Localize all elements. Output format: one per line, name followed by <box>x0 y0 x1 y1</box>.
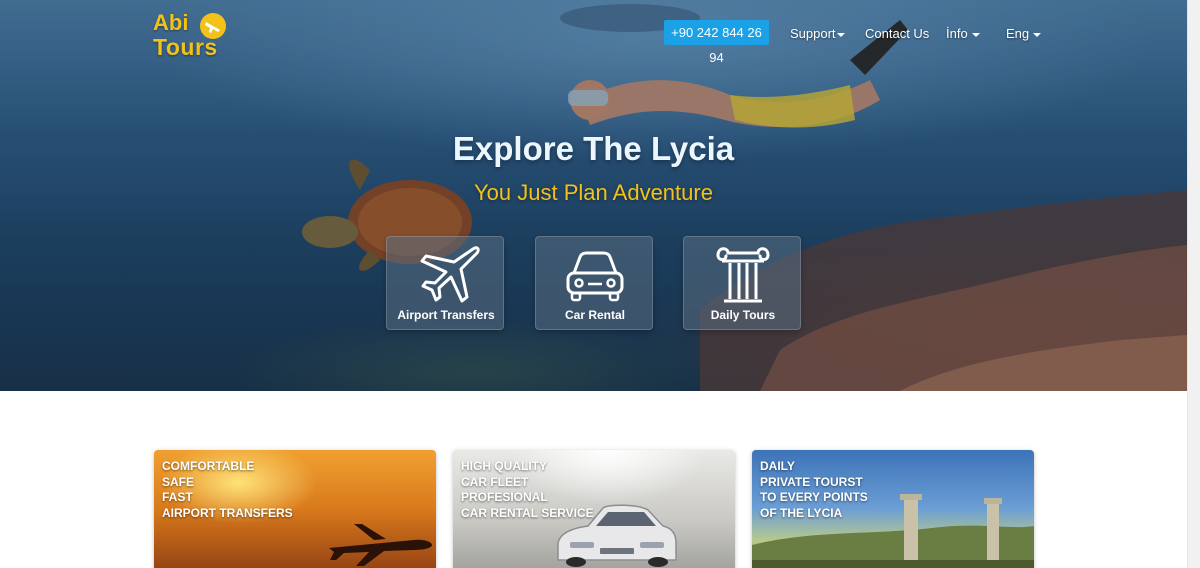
service-label: Car Rental <box>564 308 626 322</box>
nav-support-label: Support <box>790 26 836 41</box>
nav-support[interactable]: Support <box>790 26 845 42</box>
card-line: SAFE <box>162 474 195 489</box>
nav-language-label: Eng <box>1006 26 1030 41</box>
card-line: CAR RENTAL SERVICE <box>461 506 594 521</box>
service-car-rental[interactable]: Car Rental <box>535 236 653 330</box>
card-airport-transfers[interactable]: COMFORTABLE SAFE FAST AIRPORT TRANSFERS <box>154 450 436 568</box>
service-airport-transfers[interactable]: Airport Transfers <box>386 236 504 330</box>
chevron-down-icon <box>836 32 845 37</box>
hero-title: Explore The Lycia <box>452 130 735 167</box>
card-text: COMFORTABLE SAFE FAST AIRPORT TRANSFERS <box>162 459 293 522</box>
card-car-rental[interactable]: HIGH QUALITY CAR FLEET PROFESIONAL CAR R… <box>453 450 735 568</box>
card-daily-tours[interactable]: DAILY PRIVATE TOURST TO EVERY POINTS OF … <box>752 450 1034 568</box>
service-label: Airport Transfers <box>397 308 495 322</box>
card-line: PROFESIONAL <box>461 490 548 505</box>
nav-contact[interactable]: Contact Us <box>865 26 929 42</box>
card-text: DAILY PRIVATE TOURST TO EVERY POINTS OF … <box>760 459 868 522</box>
card-line: DAILY <box>760 459 795 473</box>
hero-section: Abi Tours +90 242 844 26 94 Support Cont… <box>0 0 1187 391</box>
card-line: AIRPORT TRANSFERS <box>162 506 293 521</box>
car-icon <box>566 251 624 302</box>
card-line: OF THE LYCIA <box>760 506 843 521</box>
card-line: FAST <box>162 490 193 505</box>
card-line: PRIVATE TOURST <box>760 474 863 489</box>
card-line: HIGH QUALITY <box>461 459 547 473</box>
page-scrollbar[interactable] <box>1187 0 1200 568</box>
column-icon <box>716 247 770 303</box>
nav-info[interactable]: İnfo <box>946 26 980 42</box>
chevron-down-icon <box>971 32 980 37</box>
card-text: HIGH QUALITY CAR FLEET PROFESIONAL CAR R… <box>461 459 594 522</box>
phone-button[interactable]: +90 242 844 26 94 <box>664 20 769 65</box>
nav-info-label: İnfo <box>946 26 968 41</box>
card-line: CAR FLEET <box>461 474 529 489</box>
card-line: TO EVERY POINTS <box>760 490 868 505</box>
logo-text-tours: Tours <box>153 34 218 60</box>
logo-text-abi: Abi <box>153 10 189 35</box>
page: Abi Tours +90 242 844 26 94 Support Cont… <box>0 0 1200 568</box>
hero-subtitle: You Just Plan Adventure <box>474 180 713 205</box>
nav-language[interactable]: Eng <box>1006 26 1042 42</box>
airplane-icon <box>420 246 480 303</box>
chevron-down-icon <box>1033 32 1042 37</box>
card-line: COMFORTABLE <box>162 459 255 473</box>
airplane-silhouette-image <box>329 524 432 566</box>
service-daily-tours[interactable]: Daily Tours <box>683 236 801 330</box>
site-logo[interactable]: Abi Tours <box>153 10 237 62</box>
service-label: Daily Tours <box>710 308 776 322</box>
